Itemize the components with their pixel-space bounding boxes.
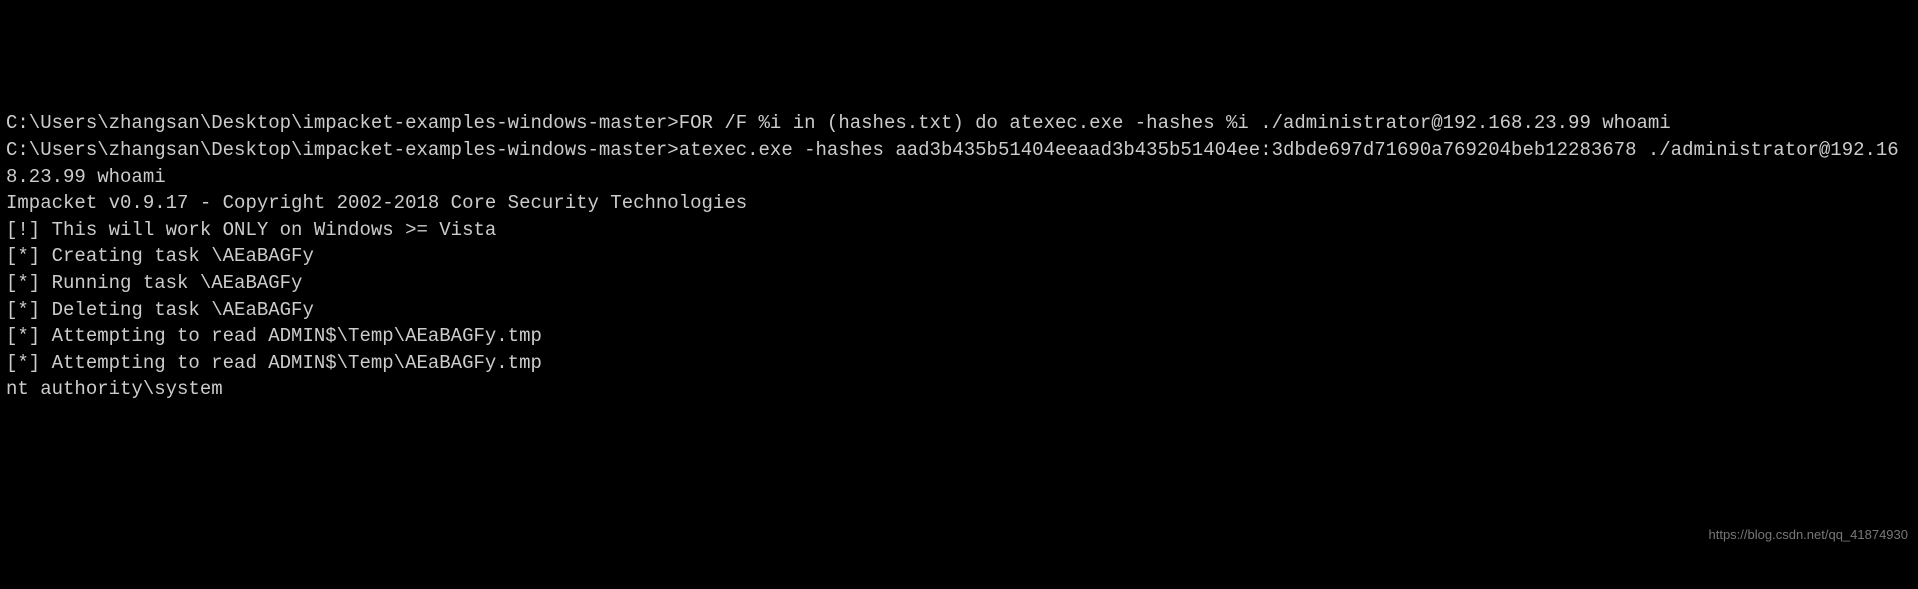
command-line-1: C:\Users\zhangsan\Desktop\impacket-examp… [6, 110, 1912, 137]
result-output: nt authority\system [6, 376, 1912, 403]
watermark-text: https://blog.csdn.net/qq_41874930 [1709, 526, 1909, 544]
status-read-attempt-2: [*] Attempting to read ADMIN$\Temp\AEaBA… [6, 350, 1912, 377]
status-running-task: [*] Running task \AEaBAGFy [6, 270, 1912, 297]
impacket-banner: Impacket v0.9.17 - Copyright 2002-2018 C… [6, 190, 1912, 217]
status-deleting-task: [*] Deleting task \AEaBAGFy [6, 297, 1912, 324]
command-line-2: C:\Users\zhangsan\Desktop\impacket-examp… [6, 137, 1912, 190]
warning-line: [!] This will work ONLY on Windows >= Vi… [6, 217, 1912, 244]
status-read-attempt-1: [*] Attempting to read ADMIN$\Temp\AEaBA… [6, 323, 1912, 350]
terminal-output[interactable]: C:\Users\zhangsan\Desktop\impacket-examp… [6, 110, 1912, 403]
status-creating-task: [*] Creating task \AEaBAGFy [6, 243, 1912, 270]
